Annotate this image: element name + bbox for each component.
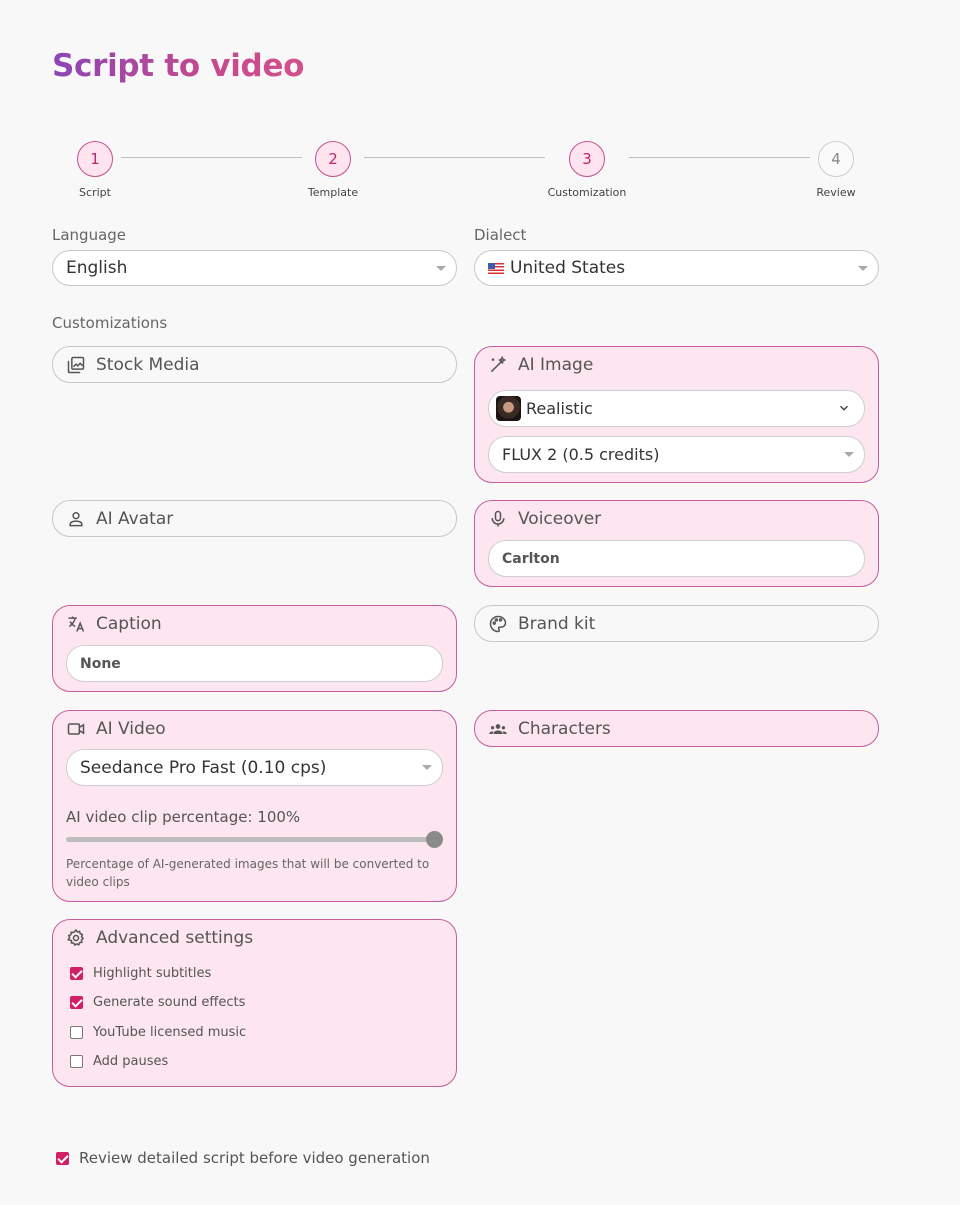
brand-kit-label: Brand kit [518, 614, 596, 634]
step-4-label: Review [816, 186, 856, 199]
caption-select[interactable]: None [66, 645, 443, 682]
ai-video-card[interactable]: AI Video Seedance Pro Fast (0.10 cps) AI… [52, 710, 457, 902]
youtube-music-checkbox[interactable] [70, 1026, 83, 1039]
caption-value: None [80, 655, 121, 672]
add-pauses-option[interactable]: Add pauses [70, 1054, 168, 1069]
language-value: English [66, 258, 128, 278]
caret-down-icon [422, 765, 432, 770]
customizations-label: Customizations [52, 314, 168, 332]
caption-label: Caption [96, 614, 162, 634]
youtube-music-option[interactable]: YouTube licensed music [70, 1025, 246, 1040]
step-connector [629, 157, 810, 158]
language-select[interactable]: English [52, 250, 457, 286]
style-thumbnail [496, 396, 521, 421]
voice-select[interactable]: Carlton [488, 540, 865, 577]
stock-media-card[interactable]: Stock Media [52, 346, 457, 383]
video-model-value: Seedance Pro Fast (0.10 cps) [80, 757, 327, 778]
image-style-select[interactable]: Realistic [488, 390, 865, 427]
palette-icon [489, 615, 507, 633]
chevron-down-icon [840, 405, 848, 411]
step-connector [364, 157, 545, 158]
characters-label: Characters [518, 719, 611, 739]
step-number: 1 [90, 150, 100, 168]
gear-icon [67, 928, 85, 947]
language-label: Language [52, 226, 127, 244]
stock-media-label: Stock Media [96, 355, 200, 375]
sound-effects-option[interactable]: Generate sound effects [70, 995, 245, 1010]
image-model-value: FLUX 2 (0.5 credits) [502, 445, 660, 464]
image-style-value: Realistic [526, 399, 593, 418]
voice-value: Carlton [502, 550, 560, 567]
voiceover-label: Voiceover [518, 509, 602, 529]
advanced-settings-label: Advanced settings [96, 928, 254, 948]
clip-percentage-slider[interactable] [66, 837, 438, 842]
step-3-label: Customization [547, 186, 627, 199]
option-label: YouTube licensed music [93, 1025, 247, 1040]
option-label: Highlight subtitles [93, 966, 212, 981]
ai-image-card[interactable]: AI Image Realistic FLUX 2 (0.5 credits) [474, 346, 879, 483]
image-model-select[interactable]: FLUX 2 (0.5 credits) [488, 436, 865, 473]
slider-handle[interactable] [426, 831, 443, 848]
ai-avatar-card[interactable]: AI Avatar [52, 500, 457, 537]
option-label: Generate sound effects [93, 995, 246, 1010]
brand-kit-card[interactable]: Brand kit [474, 605, 879, 642]
step-number: 3 [582, 150, 592, 168]
characters-card[interactable]: Characters [474, 710, 879, 747]
slider-helper-text: Percentage of AI-generated images that w… [66, 857, 430, 889]
advanced-settings-card[interactable]: Advanced settings Highlight subtitles Ge… [52, 919, 457, 1087]
ai-image-label: AI Image [518, 355, 594, 375]
caret-down-icon [858, 266, 868, 271]
step-number: 4 [831, 150, 841, 168]
highlight-subtitles-option[interactable]: Highlight subtitles [70, 966, 211, 981]
step-3-circle[interactable]: 3 [569, 141, 605, 177]
review-script-label: Review detailed script before video gene… [79, 1149, 430, 1167]
ai-avatar-label: AI Avatar [96, 509, 174, 529]
video-camera-icon [67, 723, 85, 735]
caret-down-icon [844, 452, 854, 457]
video-model-select[interactable]: Seedance Pro Fast (0.10 cps) [66, 749, 443, 786]
step-4-circle[interactable]: 4 [818, 141, 854, 177]
step-2-label: Template [307, 186, 359, 199]
dialect-select[interactable]: United States [474, 250, 879, 286]
review-script-checkbox[interactable] [56, 1151, 69, 1165]
step-1-circle[interactable]: 1 [77, 141, 113, 177]
review-script-option[interactable]: Review detailed script before video gene… [56, 1149, 430, 1167]
slider-label: AI video clip percentage: 100% [66, 808, 301, 826]
ai-video-label: AI Video [96, 719, 166, 739]
highlight-subtitles-checkbox[interactable] [70, 967, 83, 980]
step-number: 2 [328, 150, 338, 168]
image-stack-icon [67, 356, 85, 374]
magic-pen-icon [490, 355, 507, 373]
group-icon [489, 724, 507, 734]
microphone-icon [491, 510, 505, 527]
us-flag-icon [488, 262, 504, 274]
caption-card[interactable]: Caption None [52, 605, 457, 692]
sound-effects-checkbox[interactable] [70, 996, 83, 1009]
step-2-circle[interactable]: 2 [315, 141, 351, 177]
translate-icon [68, 616, 85, 632]
person-icon [69, 511, 83, 527]
page-title: Script to video [52, 48, 305, 84]
add-pauses-checkbox[interactable] [70, 1055, 83, 1068]
option-label: Add pauses [93, 1054, 169, 1069]
dialect-label: Dialect [474, 226, 527, 244]
caret-down-icon [436, 266, 446, 271]
voiceover-card[interactable]: Voiceover Carlton [474, 500, 879, 587]
step-connector [121, 157, 302, 158]
dialect-value: United States [510, 258, 626, 278]
step-1-label: Script [79, 186, 111, 199]
